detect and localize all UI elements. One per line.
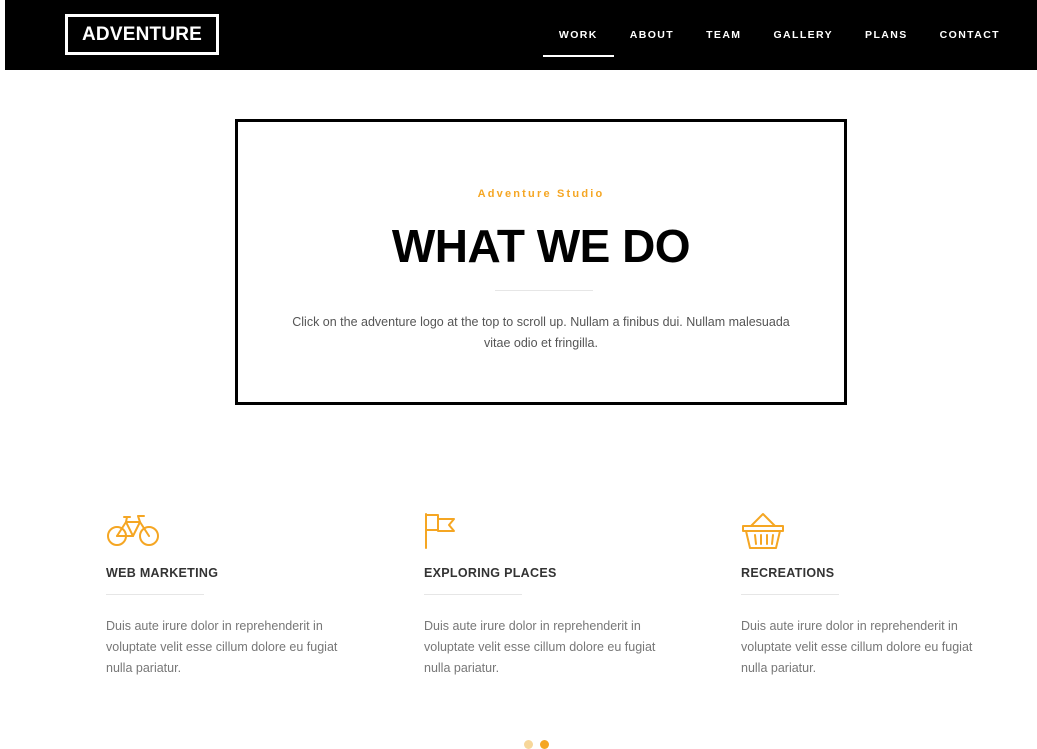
feature-exploring-places: EXPLORING PLACES Duis aute irure dolor i… [424,512,684,679]
nav-item-team[interactable]: TEAM [690,0,757,70]
nav-item-plans[interactable]: PLANS [849,0,924,70]
feature-divider [106,594,204,595]
basket-icon [742,513,784,549]
nav-item-contact[interactable]: CONTACT [924,0,1016,70]
top-navbar: ADVENTURE WORK ABOUT TEAM GALLERY PLANS … [5,0,1037,70]
feature-title: EXPLORING PLACES [424,566,557,580]
feature-web-marketing: WEB MARKETING Duis aute irure dolor in r… [106,512,366,679]
feature-description: Duis aute irure dolor in reprehenderit i… [741,619,973,675]
hero-divider [495,290,593,291]
hero-description: Click on the adventure logo at the top t… [292,315,790,350]
hero-title: WHAT WE DO [391,220,691,272]
hero-subtitle: Adventure Studio [477,188,605,200]
nav-item-gallery[interactable]: GALLERY [757,0,849,70]
feature-title: WEB MARKETING [106,566,219,580]
feature-divider [741,594,839,595]
nav-item-work[interactable]: WORK [542,0,614,70]
feature-description: Duis aute irure dolor in reprehenderit i… [106,619,338,675]
hero-box: Adventure Studio WHAT WE DO Click on the… [235,119,847,405]
feature-description: Duis aute irure dolor in reprehenderit i… [424,619,656,675]
nav-item-about[interactable]: ABOUT [614,0,690,70]
feature-divider [424,594,522,595]
bicycle-icon [107,515,159,546]
feature-title: RECREATIONS [741,566,835,580]
main-nav: WORK ABOUT TEAM GALLERY PLANS CONTACT [542,0,1016,70]
flag-icon [425,513,455,549]
feature-recreations: RECREATIONS Duis aute irure dolor in rep… [741,512,1001,679]
logo[interactable]: ADVENTURE [65,14,220,55]
